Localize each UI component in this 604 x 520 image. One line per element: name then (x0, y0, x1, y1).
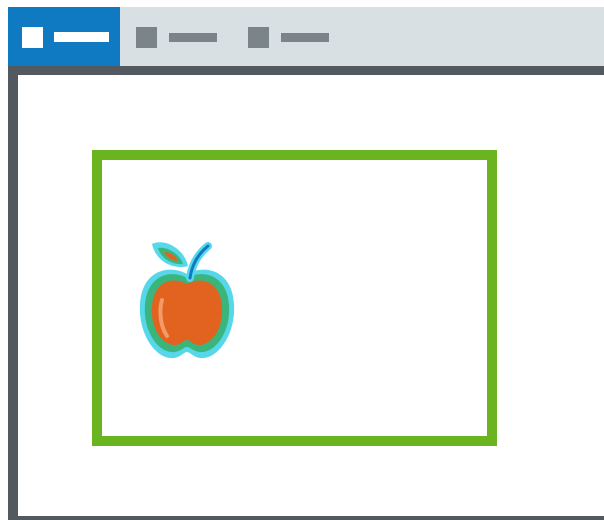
tab-1-icon (22, 27, 43, 48)
tab-2-icon (136, 27, 157, 48)
tab-bar (8, 7, 604, 66)
app-screen (0, 0, 604, 520)
tab-1-label-placeholder (54, 32, 109, 42)
tab-1[interactable] (8, 7, 120, 66)
tab-3-icon (248, 27, 269, 48)
tab-3-label-placeholder (281, 33, 329, 42)
tab-2[interactable] (134, 7, 234, 66)
tab-3[interactable] (246, 7, 346, 66)
apple-icon[interactable] (134, 234, 240, 362)
tab-2-label-placeholder (169, 33, 217, 42)
